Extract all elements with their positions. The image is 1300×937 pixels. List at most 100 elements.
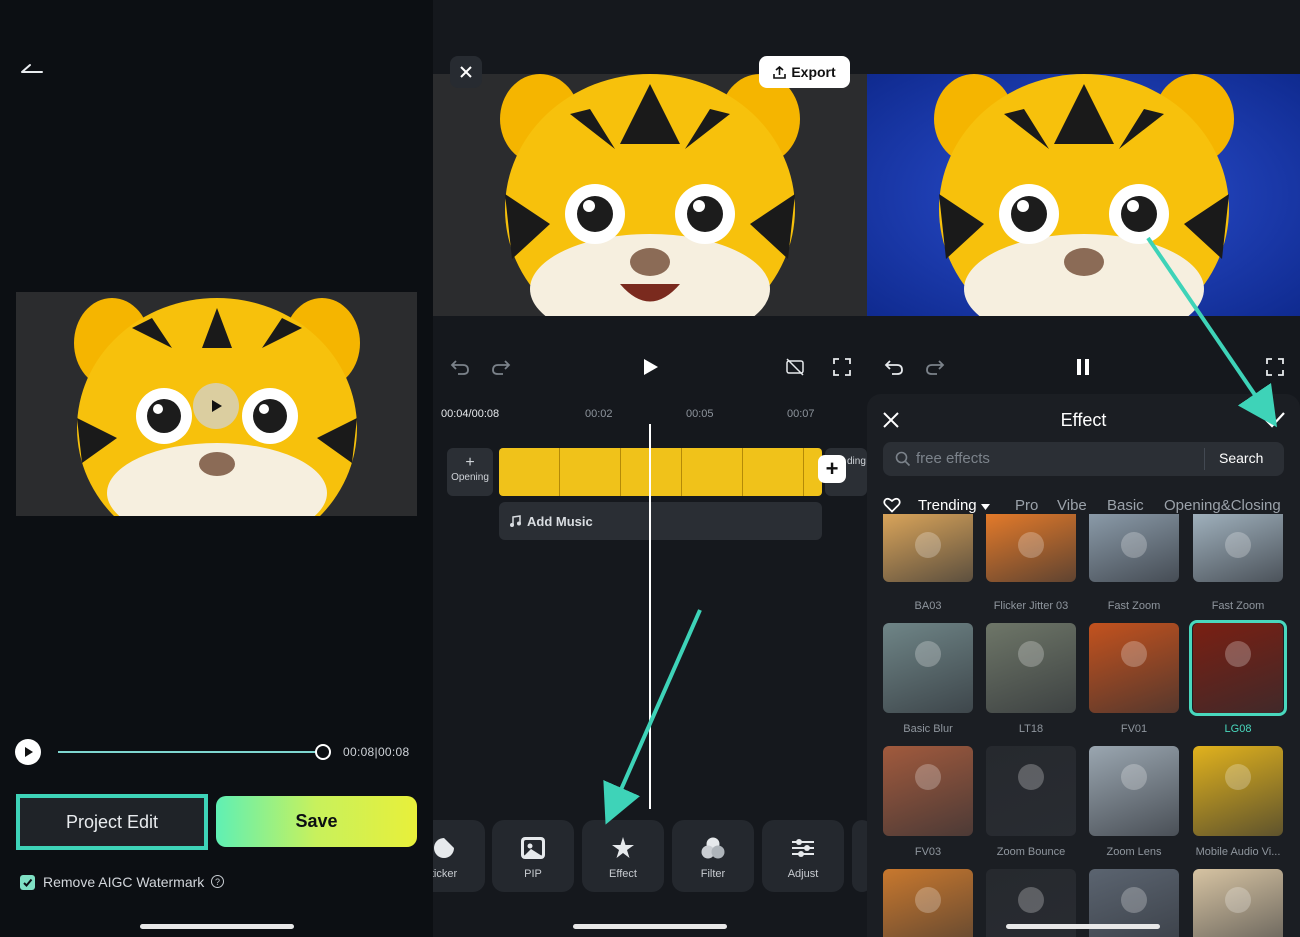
- clip-frame: [560, 448, 621, 496]
- playhead[interactable]: [649, 424, 651, 809]
- watermark-checkbox[interactable]: [20, 875, 35, 890]
- undo-icon[interactable]: [884, 357, 904, 377]
- undo-icon[interactable]: [450, 357, 470, 377]
- redo-icon[interactable]: [491, 357, 511, 377]
- person-silhouette-icon: [1225, 887, 1251, 913]
- category-tab-opening-closing[interactable]: Opening&Closing: [1164, 497, 1281, 514]
- effect-label: FV03: [914, 846, 942, 858]
- confirm-check-icon[interactable]: [1264, 410, 1286, 430]
- effect-label: LT18: [1018, 723, 1044, 735]
- tool-label: Filter: [700, 868, 726, 880]
- tool-effect[interactable]: Effect: [582, 820, 664, 892]
- help-icon[interactable]: ?: [211, 875, 224, 888]
- effect-thumbnail[interactable]: [1193, 869, 1283, 937]
- tool-pip[interactable]: PIP: [492, 820, 574, 892]
- person-silhouette-icon: [1018, 764, 1044, 790]
- add-music-track[interactable]: Add Music: [499, 502, 822, 540]
- tool-label: Adjust: [787, 868, 819, 880]
- effect-thumbnail[interactable]: [1193, 514, 1283, 582]
- video-clip-strip[interactable]: [499, 448, 822, 496]
- progress-handle[interactable]: [315, 744, 331, 760]
- effect-thumbnail[interactable]: [1089, 623, 1179, 713]
- effect-label: Basic Blur: [903, 723, 953, 735]
- category-tab-basic[interactable]: Basic: [1107, 497, 1144, 514]
- tool-label: Effect: [609, 868, 637, 880]
- category-tab-vibe[interactable]: Vibe: [1057, 497, 1087, 514]
- redo-icon[interactable]: [925, 357, 945, 377]
- play-icon[interactable]: [640, 357, 660, 377]
- clip-frame: [743, 448, 804, 496]
- effect-label: Fast Zoom: [1211, 600, 1265, 612]
- category-label: Trending: [918, 497, 977, 514]
- effect-thumbnail[interactable]: [1193, 746, 1283, 836]
- save-button[interactable]: Save: [216, 796, 417, 847]
- person-silhouette-icon: [1121, 532, 1147, 558]
- heart-icon[interactable]: [883, 497, 901, 513]
- fullscreen-icon[interactable]: [1265, 357, 1285, 377]
- effect-thumbnail[interactable]: [883, 869, 973, 937]
- upload-icon: [773, 65, 787, 79]
- effect-thumbnail[interactable]: [883, 514, 973, 582]
- checkmark-icon: [23, 878, 33, 887]
- project-edit-button[interactable]: Project Edit: [16, 794, 208, 850]
- effect-thumbnail[interactable]: [1089, 514, 1179, 582]
- person-silhouette-icon: [1018, 641, 1044, 667]
- effect-label: Zoom Bounce: [996, 846, 1066, 858]
- clip-frame: [621, 448, 682, 496]
- search-input[interactable]: free effects: [916, 450, 990, 467]
- pause-icon[interactable]: [1073, 357, 1093, 377]
- tool-sticker[interactable]: ticker: [433, 820, 485, 892]
- category-tab-trending[interactable]: Trending: [918, 497, 990, 514]
- person-silhouette-icon: [1018, 532, 1044, 558]
- opening-tile[interactable]: + Opening: [447, 448, 493, 496]
- person-silhouette-icon: [915, 641, 941, 667]
- effect-panel: Effect free effects Search Trending Pro …: [867, 0, 1300, 937]
- progress-track[interactable]: [58, 751, 323, 753]
- tiger-character-image: [500, 74, 800, 316]
- hdr-off-icon[interactable]: [785, 357, 805, 377]
- video-preview-with-effect[interactable]: [867, 74, 1300, 316]
- clip-frame: [499, 448, 560, 496]
- play-overlay-button[interactable]: [193, 383, 239, 429]
- effect-label: Flicker Jitter 03: [993, 600, 1069, 612]
- search-divider: [1204, 448, 1205, 470]
- music-note-icon: [510, 515, 521, 527]
- effect-title: Effect: [1060, 410, 1107, 430]
- category-tab-pro[interactable]: Pro: [1015, 497, 1038, 514]
- effect-thumbnail[interactable]: [986, 514, 1076, 582]
- person-silhouette-icon: [1121, 641, 1147, 667]
- selected-effect-outline: [1189, 620, 1287, 716]
- person-silhouette-icon: [1225, 532, 1251, 558]
- person-silhouette-icon: [1225, 764, 1251, 790]
- add-clip-button[interactable]: +: [818, 455, 846, 483]
- effect-thumbnail[interactable]: [1089, 746, 1179, 836]
- sticker-icon: [434, 838, 454, 858]
- dropdown-caret-icon: [980, 504, 990, 510]
- effect-icon: [612, 837, 634, 858]
- tool-filter[interactable]: Filter: [672, 820, 754, 892]
- timeline-tick: 00:05: [686, 408, 714, 420]
- effect-thumbnail[interactable]: [883, 623, 973, 713]
- effect-thumbnail[interactable]: [986, 623, 1076, 713]
- effect-thumbnail[interactable]: [883, 746, 973, 836]
- export-button[interactable]: Export: [759, 56, 850, 88]
- play-button[interactable]: [15, 739, 41, 765]
- search-button[interactable]: Search: [1219, 450, 1263, 466]
- watermark-label: Remove AIGC Watermark: [43, 874, 205, 890]
- tool-label: ticker: [433, 868, 458, 880]
- tool-adjust[interactable]: Adjust: [762, 820, 844, 892]
- video-preview[interactable]: [433, 74, 867, 316]
- close-button[interactable]: [450, 56, 482, 88]
- play-icon: [25, 747, 33, 757]
- export-preview-panel: 00:08|00:08 Project Edit Save Remove AIG…: [0, 0, 433, 937]
- current-timecode: 00:04/00:08: [441, 408, 500, 420]
- adjust-icon: [792, 839, 814, 857]
- fullscreen-icon[interactable]: [832, 357, 852, 377]
- tool-more[interactable]: [852, 820, 867, 892]
- play-icon: [212, 400, 222, 412]
- effect-thumbnail[interactable]: [986, 746, 1076, 836]
- clip-frame: [682, 448, 743, 496]
- opening-label: Opening: [451, 472, 489, 483]
- back-arrow-icon[interactable]: [20, 60, 44, 76]
- export-label: Export: [791, 64, 836, 80]
